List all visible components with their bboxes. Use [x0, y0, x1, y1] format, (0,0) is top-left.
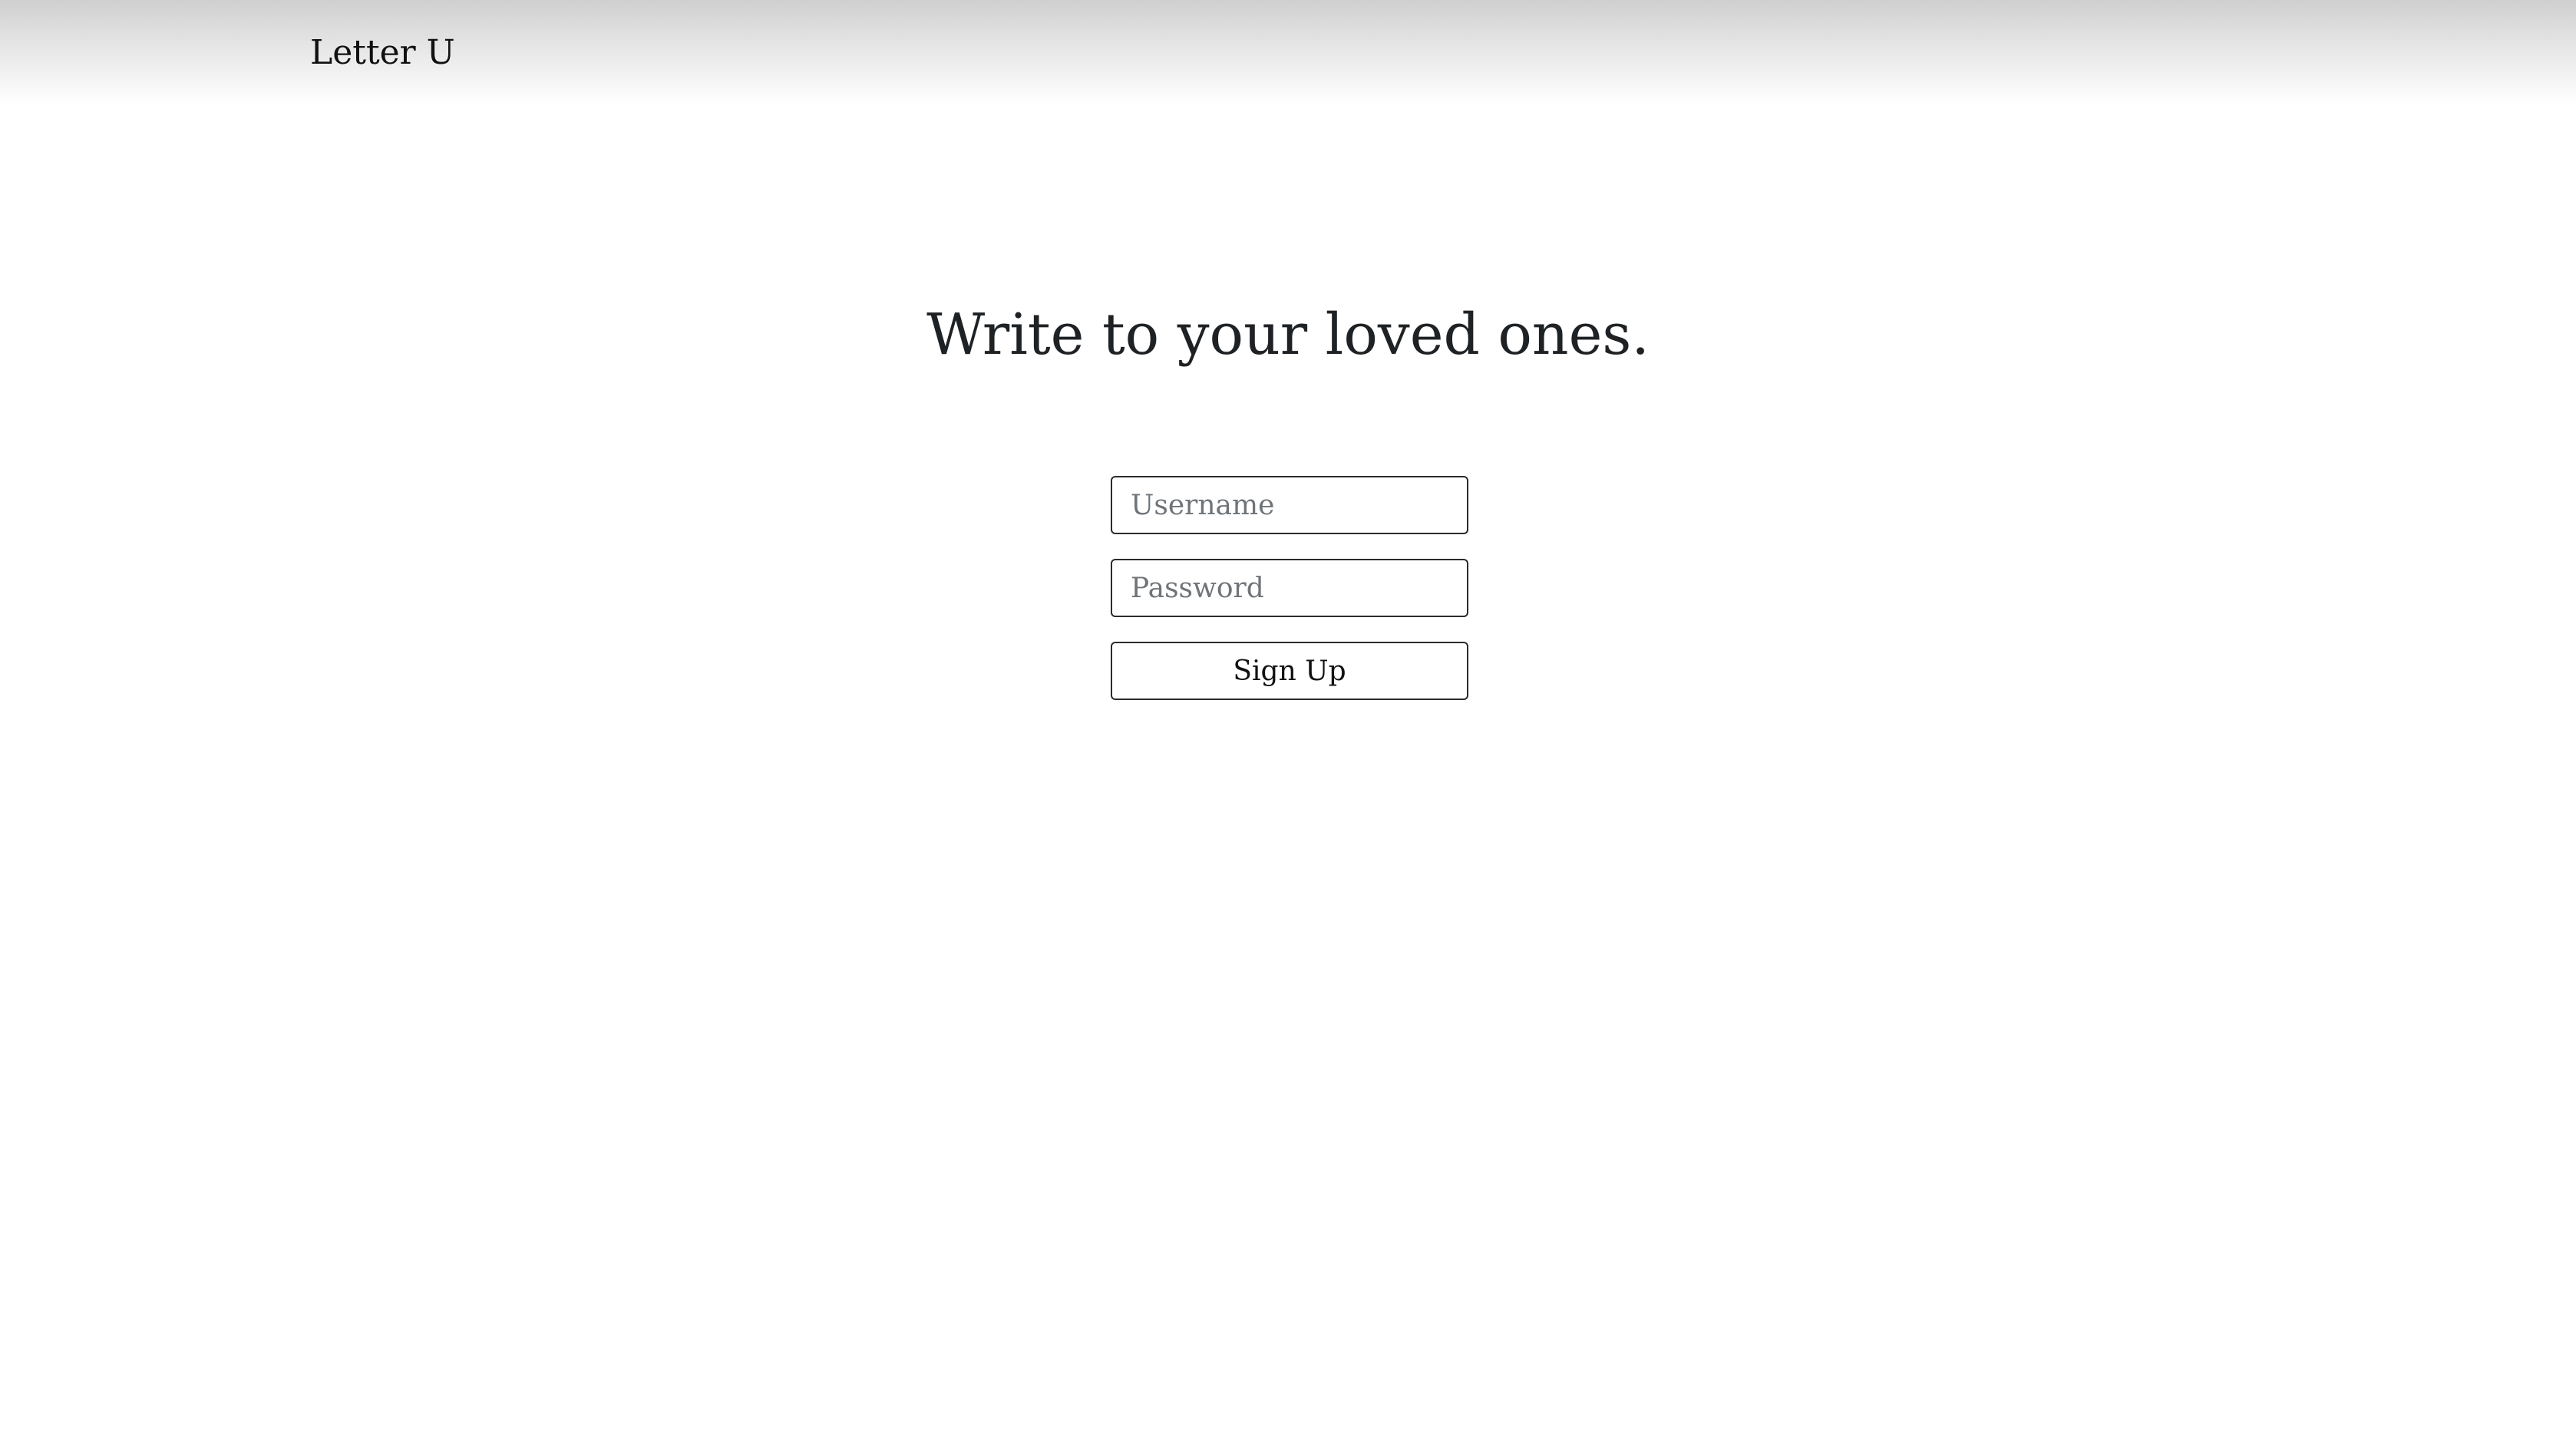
sign-up-button[interactable]: Sign Up	[1111, 642, 1468, 700]
brand-logo[interactable]: Letter U	[310, 29, 455, 77]
top-bar: Letter U	[0, 0, 2576, 104]
signup-form: Sign Up	[1111, 476, 1468, 700]
page-title: Write to your loved ones.	[926, 302, 1650, 368]
password-input[interactable]	[1111, 559, 1468, 617]
username-input[interactable]	[1111, 476, 1468, 534]
